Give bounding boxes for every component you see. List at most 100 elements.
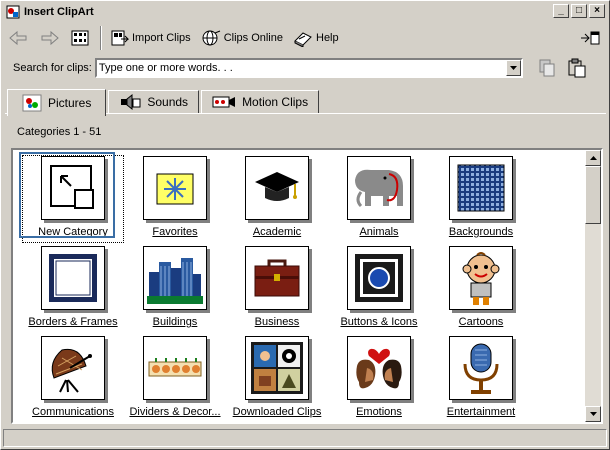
status-bar — [3, 429, 607, 447]
category-label: Buttons & Icons — [340, 316, 418, 328]
chevron-up-icon — [589, 156, 597, 160]
chevron-down-icon — [509, 66, 517, 70]
tab-sounds-label: Sounds — [147, 95, 189, 109]
category-label: Academic — [252, 226, 302, 238]
category-backgrounds[interactable]: Backgrounds — [431, 156, 531, 242]
forward-arrow-icon — [41, 30, 59, 46]
toolbar: Import Clips Clips Online Help — [3, 23, 607, 53]
back-button[interactable] — [3, 26, 33, 50]
minimize-button[interactable]: _ — [553, 4, 569, 18]
category-new-category[interactable]: New Category — [19, 152, 124, 243]
copy-button[interactable] — [533, 56, 561, 80]
category-borders-frames[interactable]: Borders & Frames — [23, 246, 123, 332]
selection-frame — [19, 152, 115, 238]
category-label: Animals — [359, 226, 399, 238]
motion-clips-icon — [212, 96, 236, 108]
import-clips-label: Import Clips — [132, 32, 191, 44]
buildings-icon — [143, 246, 207, 310]
category-cartoons[interactable]: Cartoons — [431, 246, 531, 332]
tab-pictures[interactable]: Pictures — [7, 89, 107, 116]
category-label: Cartoons — [458, 316, 504, 328]
category-label: Buildings — [152, 316, 198, 328]
chevron-down-icon — [589, 412, 597, 416]
help-button[interactable]: Help — [289, 26, 343, 50]
categories-count: Categories 1 - 51 — [17, 126, 102, 138]
search-row: Search for clips: — [3, 55, 607, 81]
search-input[interactable] — [96, 60, 497, 76]
borders-icon — [41, 246, 105, 310]
category-buttons-icons[interactable]: Buttons & Icons — [329, 246, 429, 332]
tab-strip: Pictures Sounds Motion Clips — [7, 88, 321, 116]
shrink-window-icon — [581, 31, 600, 45]
search-label: Search for clips: — [13, 62, 92, 74]
category-label: Favorites — [152, 226, 198, 238]
favorites-icon — [143, 156, 207, 220]
toolbar-separator — [100, 26, 102, 50]
category-label: Backgrounds — [448, 226, 514, 238]
tab-sounds[interactable]: Sounds — [108, 90, 200, 114]
category-academic[interactable]: Academic — [227, 156, 327, 242]
close-button[interactable]: × — [589, 4, 605, 18]
category-dividers-decor[interactable]: Dividers & Decor... — [125, 336, 225, 422]
globe-icon — [202, 30, 220, 46]
entertainment-icon — [449, 336, 513, 400]
buttons-icon — [347, 246, 411, 310]
category-emotions[interactable]: Emotions — [329, 336, 429, 422]
clipart-app-icon — [6, 5, 20, 19]
downloaded-icon — [245, 336, 309, 400]
search-dropdown-button[interactable] — [505, 60, 521, 76]
communications-icon — [41, 336, 105, 400]
back-arrow-icon — [9, 30, 27, 46]
category-communications[interactable]: Communications — [23, 336, 123, 422]
tab-pictures-label: Pictures — [48, 96, 92, 110]
category-label: Entertainment — [446, 406, 516, 418]
category-label: Downloaded Clips — [232, 406, 322, 418]
category-label: Business — [254, 316, 300, 328]
paste-icon — [568, 58, 586, 78]
scroll-up-button[interactable] — [585, 150, 601, 166]
insert-clipart-window: Insert ClipArt _ □ × Import Clips Clips … — [0, 0, 610, 450]
minimize-icon: _ — [558, 5, 564, 16]
window-title: Insert ClipArt — [24, 6, 94, 18]
pictures-panel: Categories 1 - 51 New Category Favorites… — [5, 113, 606, 424]
search-combo[interactable] — [94, 58, 523, 78]
academic-icon — [245, 156, 309, 220]
business-icon — [245, 246, 309, 310]
category-grid: New Category Favorites Academic Animals … — [11, 148, 603, 424]
import-clips-icon — [111, 30, 129, 46]
clips-online-button[interactable]: Clips Online — [197, 26, 287, 50]
animals-icon — [347, 156, 411, 220]
category-label: Borders & Frames — [28, 316, 118, 328]
category-business[interactable]: Business — [227, 246, 327, 332]
maximize-icon: □ — [575, 5, 583, 16]
scroll-down-button[interactable] — [585, 406, 601, 422]
category-label: Communications — [32, 406, 114, 418]
scroll-thumb[interactable] — [585, 166, 601, 224]
dividers-icon — [143, 336, 207, 400]
title-bar[interactable]: Insert ClipArt _ □ × — [3, 3, 607, 21]
category-label: Dividers & Decor... — [129, 406, 221, 418]
emotions-icon — [347, 336, 411, 400]
all-categories-button[interactable] — [67, 26, 93, 50]
help-book-icon — [294, 32, 312, 47]
category-downloaded-clips[interactable]: Downloaded Clips — [227, 336, 327, 422]
category-entertainment[interactable]: Entertainment — [431, 336, 531, 422]
sounds-icon — [121, 93, 141, 111]
tab-motion-clips[interactable]: Motion Clips — [201, 90, 320, 114]
copy-icon — [539, 59, 555, 77]
clips-online-label: Clips Online — [223, 32, 283, 44]
tab-motion-clips-label: Motion Clips — [242, 95, 309, 109]
help-label: Help — [316, 32, 339, 44]
category-animals[interactable]: Animals — [329, 156, 429, 242]
vertical-scrollbar[interactable] — [585, 150, 601, 422]
category-favorites[interactable]: Favorites — [125, 156, 225, 242]
backgrounds-icon — [449, 156, 513, 220]
paste-button[interactable] — [563, 56, 591, 80]
import-clips-button[interactable]: Import Clips — [107, 26, 195, 50]
change-to-small-window-button[interactable] — [575, 26, 605, 50]
maximize-button[interactable]: □ — [571, 4, 587, 18]
forward-button[interactable] — [35, 26, 65, 50]
category-buildings[interactable]: Buildings — [125, 246, 225, 332]
category-label: Emotions — [356, 406, 402, 418]
grid-icon — [71, 30, 89, 46]
